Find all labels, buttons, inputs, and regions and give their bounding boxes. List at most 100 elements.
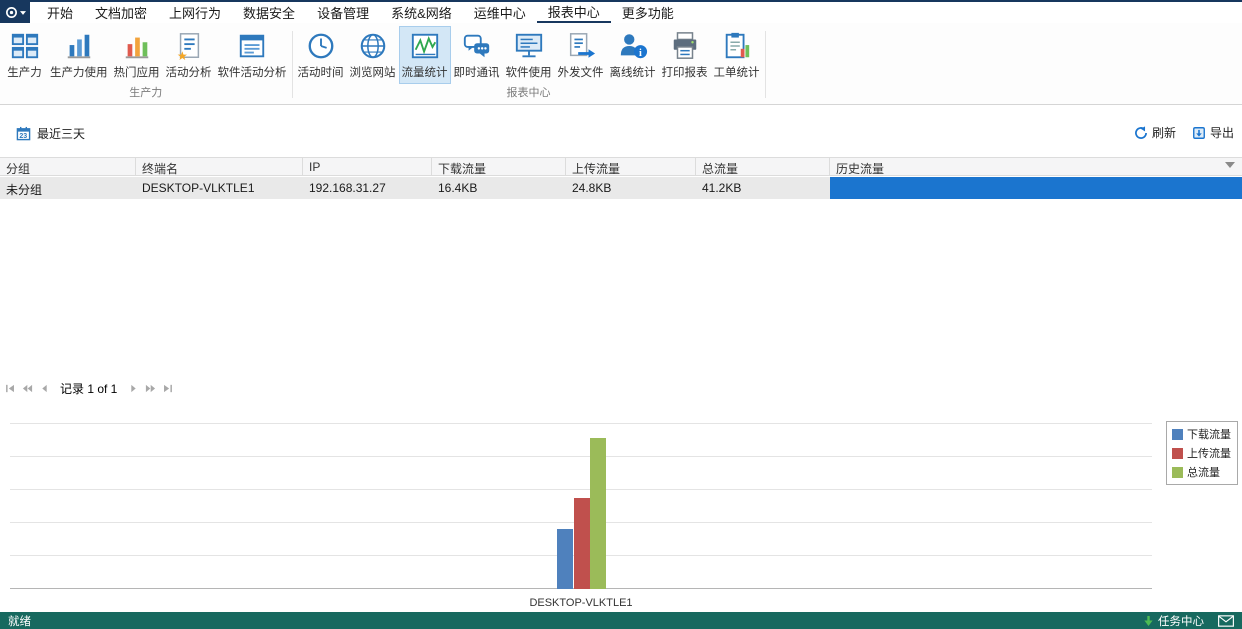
column-header-1[interactable]: 终端名 [136,158,303,175]
cell-upload: 24.8KB [566,177,696,199]
export-button[interactable]: 导出 [1192,124,1234,141]
column-header-3[interactable]: 下载流量 [432,158,566,175]
ribbon-button-browse-websites[interactable]: 浏览网站 [347,26,399,84]
legend-item: 上传流量 [1172,445,1231,461]
table-row[interactable]: 未分组DESKTOP-VLKTLE1192.168.31.2716.4KB24.… [0,177,1242,199]
chart-gridline [10,489,1152,490]
app-menu-button[interactable] [0,2,30,23]
menu-item-device-management[interactable]: 设备管理 [306,2,380,23]
svg-text:i: i [639,48,642,59]
cell-ip: 192.168.31.27 [303,177,432,199]
column-menu-button[interactable] [1225,162,1237,172]
ribbon-button-offline-stats[interactable]: i离线统计 [607,26,659,84]
status-text: 就绪 [8,613,31,629]
chart-x-label: DESKTOP-VLKTLE1 [10,597,1152,609]
column-header-6[interactable]: 历史流量 [830,158,1242,175]
menu-bar-container: 开始文档加密上网行为数据安全设备管理系统&网络运维中心报表中心更多功能 [0,0,1242,23]
bar-series-0 [557,529,573,589]
ribbon-group-report-center: 活动时间浏览网站流量统计即时通讯软件使用外发文件i离线统计打印报表工单统计报表中… [293,23,765,104]
bar-series-1 [574,498,590,589]
ribbon-button-productivity[interactable]: 生产力 [2,26,47,84]
menu-item-report-center[interactable]: 报表中心 [537,2,611,23]
next-page-button[interactable] [126,381,140,395]
ribbon-button-label: 流量统计 [402,64,448,80]
productivity-usage-icon [64,31,94,61]
menu-item-data-security[interactable]: 数据安全 [232,2,306,23]
date-range-filter[interactable]: 23 最近三天 [16,124,85,142]
outgoing-files-icon [566,31,596,61]
menu-item-system-network[interactable]: 系统&网络 [380,2,463,23]
status-bar: 就绪 任务中心 [0,612,1242,629]
last-page-button[interactable] [160,381,174,395]
ribbon-button-activity-time[interactable]: 活动时间 [295,26,347,84]
refresh-button[interactable]: 刷新 [1134,124,1176,141]
menu-item-more-features[interactable]: 更多功能 [611,2,685,23]
ribbon-button-instant-messaging[interactable]: 即时通讯 [451,26,503,84]
export-label: 导出 [1210,124,1234,141]
ribbon-button-software-usage[interactable]: 软件使用 [503,26,555,84]
browse-websites-icon [358,31,388,61]
toolbar-actions: 刷新 导出 [1134,124,1234,141]
ribbon-button-label: 软件活动分析 [218,64,287,80]
table-header: 分组终端名IP下载流量上传流量总流量历史流量 [0,157,1242,176]
legend-item: 下载流量 [1172,426,1231,442]
legend-label: 总流量 [1187,464,1220,480]
ribbon-button-work-order-stats[interactable]: 工单统计 [711,26,763,84]
svg-text:23: 23 [19,133,27,140]
cell-download: 16.4KB [432,177,566,199]
legend-label: 下载流量 [1187,426,1231,442]
first-page-button[interactable] [3,381,17,395]
pagination: 记录 1 of 1 [3,379,174,397]
legend-swatch [1172,429,1183,440]
chart-gridline [10,423,1152,424]
ribbon-button-hot-apps[interactable]: 热门应用 [111,26,163,84]
record-count-text: 记录 1 of 1 [60,380,117,397]
traffic-stats-icon [410,31,440,61]
menu-item-internet-behavior[interactable]: 上网行为 [158,2,232,23]
ribbon-button-activity-analysis[interactable]: ★ 活动分析 [163,26,215,84]
menu-item-document-encryption[interactable]: 文档加密 [84,2,158,23]
column-header-0[interactable]: 分组 [0,158,136,175]
fast-next-button[interactable] [143,381,157,395]
ribbon-group-productivity: 生产力生产力使用热门应用★活动分析软件活动分析生产力 [0,23,292,104]
calendar-icon: 23 [16,126,31,141]
ribbon-button-label: 即时通讯 [454,64,500,80]
column-header-5[interactable]: 总流量 [696,158,830,175]
cell-terminal: DESKTOP-VLKTLE1 [136,177,303,199]
ribbon-button-print-reports[interactable]: 打印报表 [659,26,711,84]
column-header-2[interactable]: IP [303,158,432,175]
column-header-4[interactable]: 上传流量 [566,158,696,175]
menu-item-start[interactable]: 开始 [36,2,84,23]
software-activity-analysis-icon [237,31,267,61]
fast-previous-button[interactable] [20,381,34,395]
menu-item-ops-center[interactable]: 运维中心 [463,2,537,23]
ribbon-button-productivity-usage[interactable]: 生产力使用 [47,26,111,84]
refresh-label: 刷新 [1152,124,1176,141]
ribbon-button-label: 活动分析 [166,64,212,80]
ribbon-button-label: 工单统计 [714,64,760,80]
ribbon-button-outgoing-files[interactable]: 外发文件 [555,26,607,84]
status-bar-right: 任务中心 [1143,613,1234,629]
offline-stats-icon: i [618,31,648,61]
productivity-icon [10,31,40,61]
ribbon-group-label: 报表中心 [295,84,763,104]
date-range-label: 最近三天 [37,125,85,142]
mail-icon[interactable] [1218,615,1234,627]
ribbon-button-label: 外发文件 [558,64,604,80]
ribbon-button-label: 生产力 [7,64,42,80]
history-traffic-bar [830,177,1242,199]
ribbon-button-software-activity-analysis[interactable]: 软件活动分析 [215,26,290,84]
legend-item: 总流量 [1172,464,1231,480]
ribbon-separator [765,31,766,98]
ribbon-button-label: 生产力使用 [50,64,108,80]
refresh-icon [1134,126,1148,140]
ribbon-button-traffic-stats[interactable]: 流量统计 [399,26,451,84]
task-center-button[interactable]: 任务中心 [1143,613,1204,629]
svg-text:★: ★ [176,49,187,61]
ribbon-button-label: 热门应用 [114,64,160,80]
ribbon-button-label: 活动时间 [298,64,344,80]
chart-plot [10,424,1152,589]
previous-page-button[interactable] [37,381,51,395]
legend-swatch [1172,448,1183,459]
ribbon-button-label: 打印报表 [662,64,708,80]
